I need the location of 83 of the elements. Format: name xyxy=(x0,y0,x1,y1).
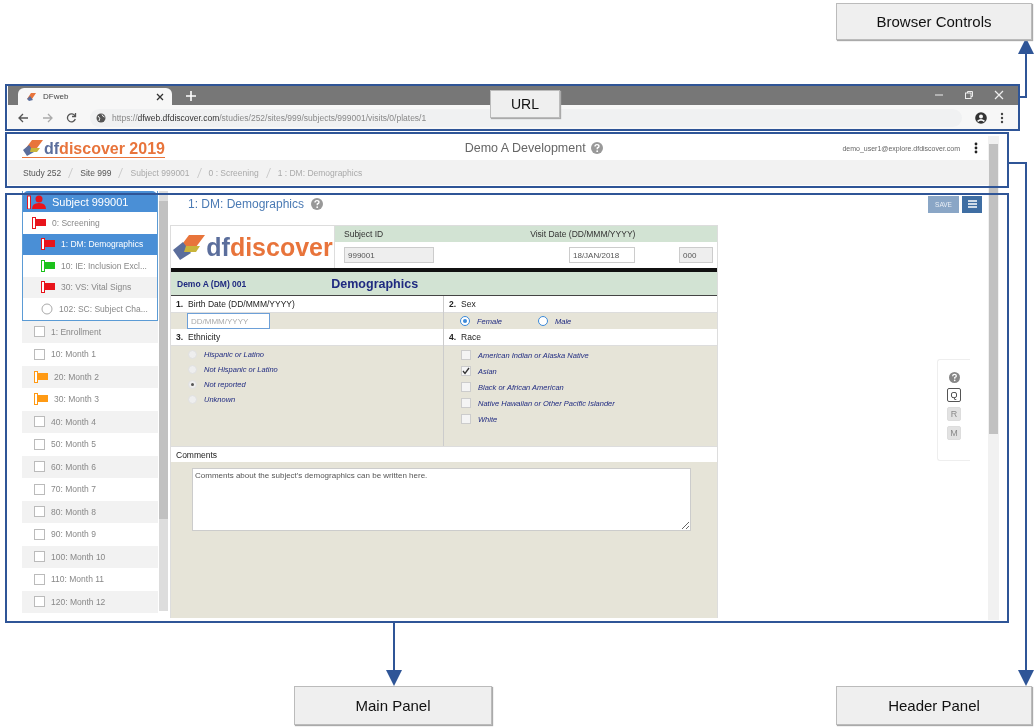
help-icon[interactable] xyxy=(948,372,960,383)
plate-item[interactable]: 30: VS: Vital Signs xyxy=(23,276,157,298)
breadcrumb-link[interactable]: 0 : Screening xyxy=(208,167,259,178)
account-icon[interactable] xyxy=(975,111,987,124)
help-icon[interactable] xyxy=(311,198,324,210)
tab-title: DFweb xyxy=(43,92,70,101)
subject-header[interactable]: Subject 999001 xyxy=(23,191,157,212)
plate-item[interactable]: 1: DM: Demographics xyxy=(23,233,157,255)
circle-icon xyxy=(41,302,53,315)
breadcrumb-separator xyxy=(196,167,202,178)
checkbox-icon xyxy=(34,551,45,563)
callout-arrow xyxy=(386,622,402,686)
question-number: 4. xyxy=(449,332,457,342)
checkbox-icon xyxy=(34,461,45,473)
checkbox-icon xyxy=(34,416,45,428)
question-label: Birth Date (DD/MMM/YYYY) xyxy=(188,299,295,309)
tool-button[interactable]: Q xyxy=(947,388,961,402)
comments-field[interactable]: Comments about the subject's demographics can be written here. xyxy=(192,468,691,531)
reload-icon[interactable] xyxy=(66,112,77,123)
callout-label: Header Panel xyxy=(836,686,1032,725)
breadcrumb-link[interactable]: Study 252 xyxy=(23,167,62,178)
breadcrumb-separator xyxy=(68,167,74,178)
globe-icon xyxy=(96,112,106,123)
checkbox-icon xyxy=(34,528,45,540)
callout-arrow xyxy=(1018,38,1034,98)
question-number: 3. xyxy=(176,332,184,342)
sequence-field[interactable]: 000 xyxy=(679,247,713,263)
visit-item[interactable]: 20: Month 2 xyxy=(22,365,158,388)
visit-item[interactable]: 1: Enrollment xyxy=(22,320,158,343)
question-label: Comments xyxy=(176,449,218,460)
callout-label: Main Panel xyxy=(294,686,492,725)
question-label: Ethnicity xyxy=(188,332,221,342)
dfdiscover-logo[interactable]: dfdiscover 2019 xyxy=(22,138,165,158)
scrollbar[interactable] xyxy=(988,136,999,620)
question-label: Sex xyxy=(461,299,476,309)
logo-icon xyxy=(26,91,37,102)
question-number: 1. xyxy=(176,299,184,309)
close-icon[interactable] xyxy=(156,92,164,101)
checkbox-icon xyxy=(34,348,45,360)
callout-label: URL xyxy=(490,90,560,118)
visit-item[interactable]: 80: Month 8 xyxy=(22,500,158,523)
restore-icon[interactable] xyxy=(964,90,974,100)
field-label: Visit Date (DD/MMM/YYYY) xyxy=(530,229,636,239)
forward-arrow-icon[interactable] xyxy=(42,112,53,123)
visit-item[interactable]: 120: Month 12 xyxy=(22,590,158,613)
back-arrow-icon[interactable] xyxy=(18,112,29,123)
birth-date-field[interactable]: DD/MMM/YYYY xyxy=(187,313,270,329)
breadcrumb-separator xyxy=(265,167,271,178)
breadcrumb-link[interactable]: Site 999 xyxy=(80,167,112,178)
scrollbar[interactable] xyxy=(159,191,168,611)
url-text: https://dfweb.dfdiscover.com/studies/252/sites/999/subjects/999001/visits/0/plates/1 xyxy=(112,112,427,123)
browser-tab[interactable]: DFweb xyxy=(18,88,172,105)
breadcrumb-separator xyxy=(118,167,124,178)
question-label: Race xyxy=(461,332,481,342)
subject-id-field[interactable]: 999001 xyxy=(344,247,434,263)
checkbox-icon xyxy=(34,438,45,450)
menu-icon xyxy=(967,200,977,208)
visit-date-field[interactable]: 18/JAN/2018 xyxy=(569,247,635,263)
visit-item[interactable]: 60: Month 6 xyxy=(22,455,158,478)
breadcrumb-link[interactable]: 1 : DM: Demographics xyxy=(277,167,363,178)
field-label: Subject ID xyxy=(344,229,384,239)
checkbox-icon xyxy=(34,506,45,518)
new-tab-icon[interactable] xyxy=(186,91,196,101)
menu-button[interactable] xyxy=(962,195,982,213)
form-title: Demographics xyxy=(331,276,419,291)
study-title: Demo A Development xyxy=(464,141,586,155)
checkbox-icon xyxy=(34,573,45,585)
checkbox-icon xyxy=(34,326,45,338)
form-code: Demo A (DM) 001 xyxy=(177,278,247,289)
dfdiscover-logo: dfdiscover xyxy=(171,226,335,268)
question-number: 2. xyxy=(449,299,457,309)
visit-item[interactable]: 40: Month 4 xyxy=(22,410,158,433)
checkmark-icon xyxy=(462,367,470,375)
visit-item[interactable]: 100: Month 10 xyxy=(22,545,158,568)
kebab-menu-icon[interactable] xyxy=(974,142,978,154)
help-icon[interactable] xyxy=(590,142,603,154)
address-bar[interactable]: https://dfweb.dfdiscover.com/studies/252/sites/999/subjects/999001/visits/0/plates/1 xyxy=(90,108,962,127)
checkbox-icon xyxy=(34,483,45,495)
kebab-menu-icon[interactable] xyxy=(1000,111,1004,124)
breadcrumb-link[interactable]: Subject 999001 xyxy=(130,167,190,178)
checkbox-icon xyxy=(34,596,45,608)
callout-label: Browser Controls xyxy=(836,3,1032,40)
plate-title: 1: DM: Demographics xyxy=(188,197,305,211)
